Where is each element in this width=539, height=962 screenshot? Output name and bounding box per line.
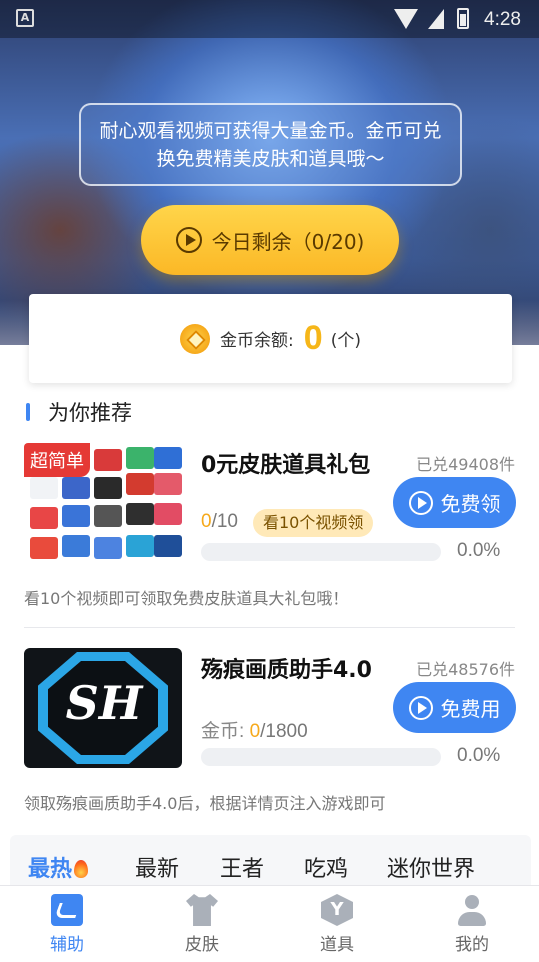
item-thumbnail: SH: [24, 648, 182, 768]
progress-percent: 0.0%: [457, 540, 501, 561]
progress-current: 0: [201, 511, 212, 532]
nav-label: 皮肤: [185, 935, 219, 955]
item-tip: 看10个视频领: [253, 509, 374, 537]
item-redeemed-count: 已兑48576件: [416, 660, 515, 679]
nav-label: 辅助: [50, 935, 84, 955]
item-progress-text: 0/10: [201, 511, 238, 533]
divider: [24, 627, 515, 628]
nav-props[interactable]: 道具: [297, 894, 377, 955]
play-icon: [408, 695, 433, 720]
box-icon: [321, 894, 353, 926]
thumbnail-logo-text: SH: [65, 676, 143, 730]
user-icon: [456, 894, 488, 926]
tab-mini-world[interactable]: 迷你世界: [387, 851, 475, 883]
nav-label: 道具: [320, 935, 354, 955]
play-icon: [175, 227, 202, 253]
coin-balance-card: 金币余额: 0 (个): [29, 294, 512, 383]
watch-video-button[interactable]: 今日剩余（0/20): [141, 205, 399, 275]
recommend-section: 为你推荐 超简单 0元皮肤道具礼包 已兑49408件 0/10 看10个视频领 …: [0, 345, 539, 885]
section-accent-bar: [26, 403, 30, 421]
tab-pubg[interactable]: 吃鸡: [304, 851, 348, 883]
progress-bar: [201, 748, 441, 766]
progress-total: /1800: [260, 721, 308, 742]
claim-free-label: 免费领: [440, 492, 501, 516]
status-bar: A 4:28: [0, 0, 539, 38]
nav-skins[interactable]: 皮肤: [162, 894, 242, 955]
item-description: 领取殇痕画质助手4.0后，根据详情页注入游戏即可: [24, 794, 386, 813]
shirt-icon: [186, 894, 218, 926]
fire-icon: [74, 860, 89, 878]
battery-icon: [457, 8, 469, 29]
watch-video-label: 今日剩余（0/20): [211, 229, 365, 254]
item-badge: 超简单: [24, 443, 90, 477]
wifi-icon: [394, 9, 418, 29]
tab-newest[interactable]: 最新: [135, 851, 179, 883]
play-icon: [408, 490, 433, 515]
section-title: 为你推荐: [48, 401, 132, 425]
coin-balance-unit: (个): [330, 331, 361, 351]
status-time: 4:28: [484, 9, 521, 30]
hero-notice: 耐心观看视频可获得大量金币。金币可兑换免费精美皮肤和道具哦～: [79, 103, 462, 186]
use-free-button[interactable]: 免费用: [393, 682, 516, 733]
nav-label: 我的: [455, 935, 489, 955]
coin-balance-value: 0: [303, 319, 323, 357]
item-title: 0元皮肤道具礼包: [201, 453, 371, 478]
bottom-nav: 辅助 皮肤 道具 我的: [0, 885, 539, 962]
signal-icon: [428, 9, 444, 29]
progress-bar: [201, 543, 441, 561]
item-description: 看10个视频即可领取免费皮肤道具大礼包哦！: [24, 589, 349, 608]
coin-prefix: 金币:: [201, 721, 250, 742]
nav-mine[interactable]: 我的: [432, 894, 512, 955]
tab-hottest[interactable]: 最热: [28, 851, 89, 883]
claim-free-button[interactable]: 免费领: [393, 477, 516, 528]
progress-percent: 0.0%: [457, 745, 501, 766]
category-tabs: 最热 最新 王者 吃鸡 迷你世界: [10, 835, 531, 885]
use-free-label: 免费用: [440, 697, 501, 721]
notification-icon: A: [16, 9, 34, 27]
progress-total: /10: [211, 511, 238, 532]
item-redeemed-count: 已兑49408件: [416, 455, 515, 474]
nav-assist[interactable]: 辅助: [27, 894, 107, 955]
coin-icon: [180, 323, 211, 354]
item-progress-text: 金币: 0/1800: [201, 716, 308, 743]
item-title: 殇痕画质助手4.0: [201, 658, 372, 683]
tab-honor-of-kings[interactable]: 王者: [220, 851, 264, 883]
progress-current: 0: [249, 721, 261, 742]
assist-icon: [51, 894, 83, 926]
coin-balance-label: 金币余额:: [220, 331, 294, 351]
